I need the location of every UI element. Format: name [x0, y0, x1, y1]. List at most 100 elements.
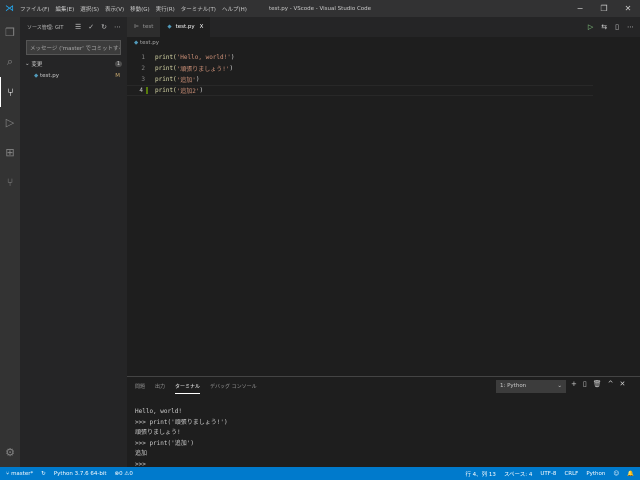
code-text: print(: [155, 65, 177, 72]
split-editor-icon[interactable]: ▯: [615, 23, 619, 31]
branch-indicator[interactable]: ⑂ master*: [6, 471, 33, 477]
line-number: 1: [141, 54, 145, 61]
file-icon: ⊫: [134, 24, 139, 30]
close-window-button[interactable]: ✕: [616, 0, 640, 17]
indentation[interactable]: スペース: 4: [504, 470, 532, 478]
more-actions-icon[interactable]: ⋯: [627, 23, 634, 31]
tab-debug-console[interactable]: デバッグ コンソール: [210, 383, 257, 394]
terminal-select-value: 1: Python: [500, 383, 527, 389]
source-control-icon[interactable]: ⑂: [0, 77, 20, 107]
code-text: print(: [155, 76, 177, 83]
python-file-icon: ◆: [167, 24, 172, 30]
more-actions-icon[interactable]: ⋯: [114, 23, 121, 31]
code-line-current: 4 print('追加2'): [127, 85, 593, 96]
maximize-panel-icon[interactable]: ^: [608, 380, 614, 388]
notifications-bell-icon[interactable]: 🔔: [627, 471, 634, 477]
file-status-modified: M: [115, 73, 120, 79]
view-as-tree-icon[interactable]: ☰: [75, 23, 81, 31]
code-line: 2 print('頑張りましょう!'): [127, 63, 640, 74]
menu-go[interactable]: 移動(G): [130, 5, 150, 13]
menu-edit[interactable]: 編集(E): [55, 5, 74, 13]
menu-help[interactable]: ヘルプ(H): [222, 5, 247, 13]
close-tab-icon[interactable]: X: [200, 24, 204, 30]
changed-file-name: test.py: [39, 73, 60, 79]
code-string: '追加2': [176, 88, 200, 95]
new-terminal-icon[interactable]: +: [571, 380, 577, 388]
code-text: ): [195, 76, 200, 83]
changed-file-item[interactable]: ◆ test.py M: [20, 70, 127, 82]
tab-label: test.py: [175, 24, 195, 30]
editor-tabs: ⊫ test ◆ test.py X ▷ ⇆ ▯ ⋯: [127, 17, 640, 37]
tab-test[interactable]: ⊫ test: [127, 17, 161, 37]
problems-indicator[interactable]: ⊗0 ⚠0: [115, 471, 133, 477]
run-debug-icon[interactable]: ▷: [0, 107, 20, 137]
terminal-line: 追加: [135, 450, 148, 457]
source-control-sidebar: ソース管理: GIT ☰ ✓ ↻ ⋯ メッセージ ('master' でコミット…: [20, 17, 127, 467]
line-ending[interactable]: CRLF: [564, 471, 578, 477]
chevron-down-icon: ⌄: [557, 383, 562, 389]
extensions-icon[interactable]: ⊞: [0, 137, 20, 167]
code-editor[interactable]: 1 print('Hello, world!') 2 print('頑張りましょう!…: [127, 52, 640, 96]
branch-icon: ⑂: [6, 470, 10, 477]
menu-selection[interactable]: 選択(S): [80, 5, 99, 13]
sync-icon[interactable]: ↻: [41, 471, 46, 477]
code-string: '追加': [176, 77, 196, 84]
tab-output[interactable]: 出力: [155, 383, 165, 394]
changes-label: 変更: [31, 62, 43, 68]
tab-label: test: [142, 24, 154, 30]
tab-problems[interactable]: 問題: [135, 383, 145, 394]
python-file-icon: ◆: [34, 73, 39, 79]
title-bar: ⋊ ファイル(F) 編集(E) 選択(S) 表示(V) 移動(G) 実行(R) …: [0, 0, 640, 17]
changes-group[interactable]: ⌄ 変更 1: [20, 58, 127, 70]
line-number: 4: [127, 87, 148, 94]
menu-file[interactable]: ファイル(F): [20, 5, 49, 13]
terminal-output[interactable]: Hello, world! >>> print('頑張りましょう!') 頑張りま…: [135, 407, 228, 470]
error-count: 0: [119, 470, 123, 477]
git-graph-icon[interactable]: ⑂: [0, 167, 20, 197]
breadcrumb[interactable]: ◆ test.py: [134, 40, 159, 46]
menu-view[interactable]: 表示(V): [105, 5, 124, 13]
code-string: 'Hello, world!': [176, 54, 231, 61]
sidebar-title: ソース管理: GIT: [27, 24, 64, 31]
split-terminal-icon[interactable]: ▯: [583, 380, 587, 388]
branch-name: master*: [11, 470, 34, 477]
code-line: 3 print('追加'): [127, 74, 640, 85]
settings-gear-icon[interactable]: ⚙: [0, 437, 20, 467]
minimize-button[interactable]: −: [568, 0, 592, 17]
commit-message-input[interactable]: メッセージ ('master' でコミットするための ...: [26, 40, 121, 55]
menu-bar: ファイル(F) 編集(E) 選択(S) 表示(V) 移動(G) 実行(R) ター…: [20, 5, 247, 13]
bottom-panel: 問題 出力 ターミナル デバッグ コンソール 1: Python ⌄ + ▯ 🗑 …: [127, 376, 640, 470]
chevron-down-icon: ⌄: [25, 61, 30, 67]
close-panel-icon[interactable]: ✕: [620, 380, 626, 388]
code-text: ): [199, 87, 204, 94]
refresh-icon[interactable]: ↻: [101, 23, 107, 31]
terminal-select[interactable]: 1: Python ⌄: [496, 380, 566, 393]
code-text: print(: [155, 54, 177, 61]
tab-terminal[interactable]: ターミナル: [175, 383, 201, 394]
activity-bar: ❐ ⌕ ⑂ ▷ ⊞ ⑂ ⚙: [0, 17, 20, 467]
menu-terminal[interactable]: ターミナル(T): [181, 5, 216, 13]
terminal-line: Hello, world!: [135, 408, 182, 415]
tab-test-py[interactable]: ◆ test.py X: [160, 17, 211, 37]
warning-count: 0: [129, 470, 133, 477]
commit-check-icon[interactable]: ✓: [88, 23, 94, 31]
vscode-logo-icon: ⋊: [5, 3, 14, 14]
line-number: 2: [141, 65, 145, 72]
search-icon[interactable]: ⌕: [0, 47, 20, 77]
code-line: 1 print('Hello, world!'): [127, 52, 640, 63]
run-python-file-icon[interactable]: ▷: [588, 23, 593, 31]
code-text: print(: [155, 87, 177, 94]
python-interpreter[interactable]: Python 3.7.6 64-bit: [54, 471, 107, 477]
status-bar: ⑂ master* ↻ Python 3.7.6 64-bit ⊗0 ⚠0 行 …: [0, 467, 640, 480]
kill-terminal-icon[interactable]: 🗑: [593, 380, 602, 388]
encoding[interactable]: UTF-8: [540, 471, 556, 477]
explorer-icon[interactable]: ❐: [0, 17, 20, 47]
menu-run[interactable]: 実行(R): [156, 5, 175, 13]
open-changes-icon[interactable]: ⇆: [601, 23, 607, 31]
python-file-icon: ◆: [134, 40, 139, 46]
cursor-position[interactable]: 行 4、列 13: [465, 470, 496, 478]
feedback-icon[interactable]: ☺: [613, 471, 619, 477]
language-mode[interactable]: Python: [586, 471, 605, 477]
restore-button[interactable]: ❐: [592, 0, 616, 17]
terminal-line: 頑張りましょう!: [135, 429, 181, 436]
